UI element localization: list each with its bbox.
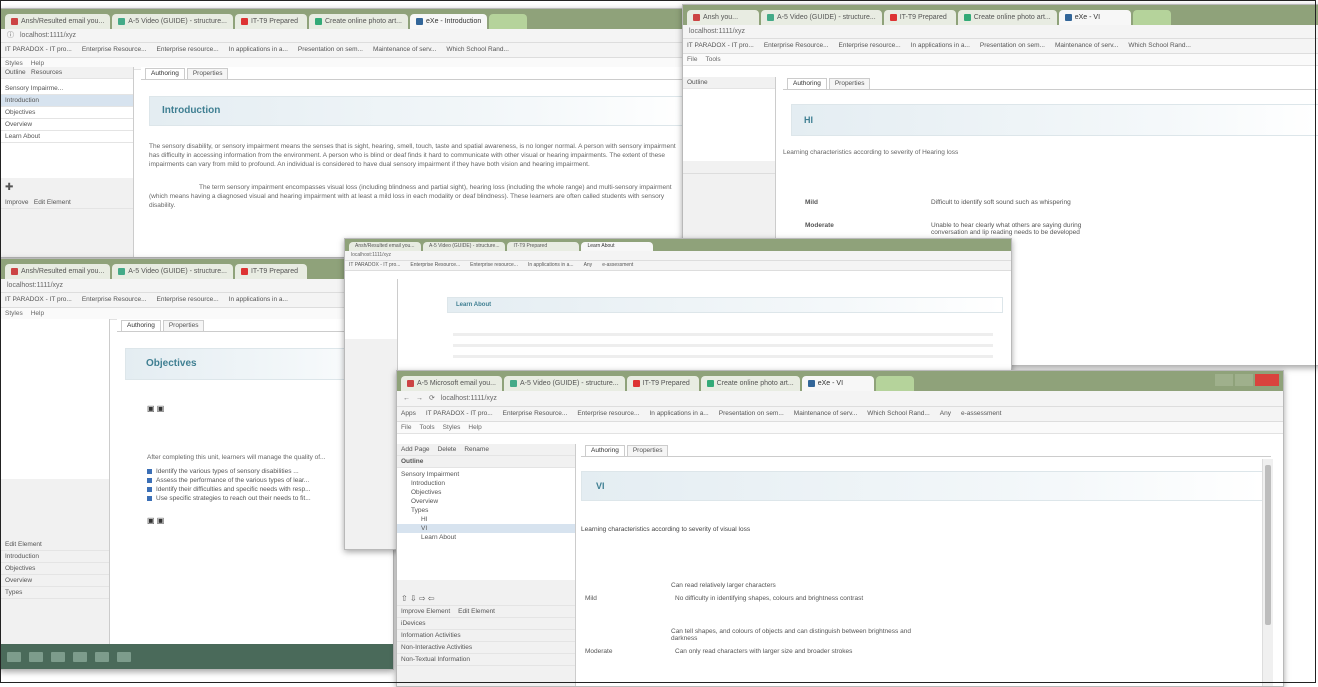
screenshot-border <box>0 0 1316 683</box>
